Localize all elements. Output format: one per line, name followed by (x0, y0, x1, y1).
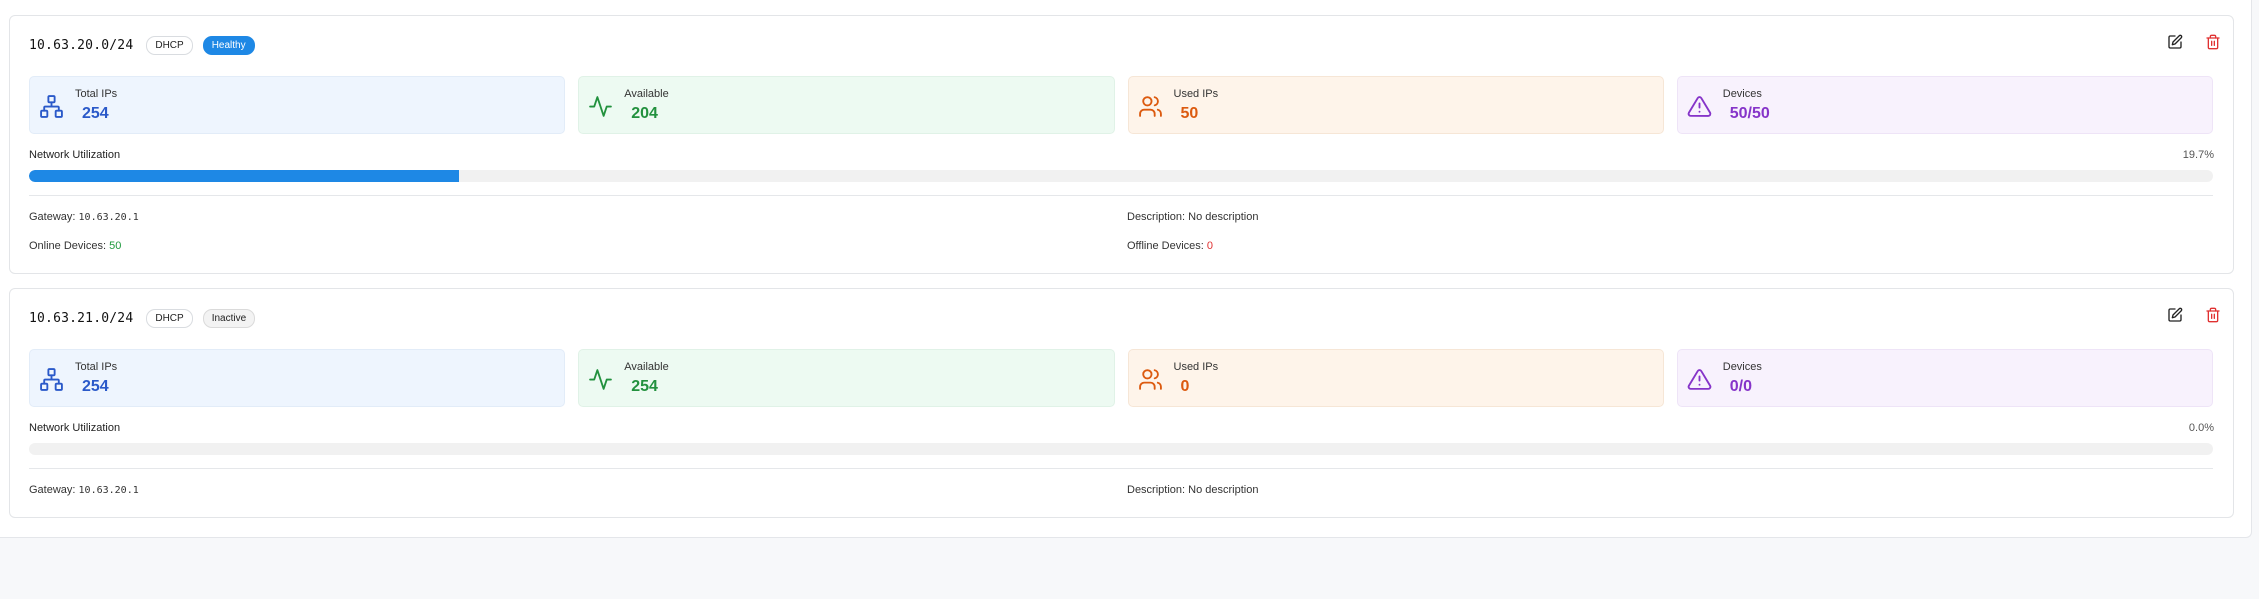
subnet-list-panel: 10.63.20.0/24 DHCP Healthy Total IPs 254 (0, 0, 2252, 538)
subnet-card: 10.63.21.0/24 DHCP Inactive Total IPs 25… (9, 288, 2234, 518)
stat-value: 254 (82, 105, 109, 122)
gateway-value: 10.63.20.1 (78, 485, 139, 496)
stat-devices: Devices 50/50 (1676, 76, 2213, 134)
network-icon (39, 94, 64, 119)
stat-used-ips: Used IPs 50 (1127, 76, 1664, 134)
utilization-percent: 19.7% (2182, 149, 2214, 161)
subnet-header: 10.63.21.0/24 DHCP Inactive (29, 308, 256, 328)
description-label: Description: (1127, 484, 1186, 496)
users-icon (1138, 94, 1163, 119)
type-badge: DHCP (146, 308, 193, 328)
description-label: Description: (1127, 211, 1186, 223)
description-info: Description: No description (1127, 484, 1258, 496)
offline-devices-label: Offline Devices: (1127, 240, 1204, 252)
utilization-bar (29, 443, 2213, 455)
subnet-card: 10.63.20.0/24 DHCP Healthy Total IPs 254 (9, 15, 2234, 274)
warning-icon (1687, 367, 1712, 392)
activity-icon (588, 94, 613, 119)
stat-value: 204 (631, 105, 658, 122)
status-badge: Inactive (202, 308, 256, 328)
stat-value: 0/0 (1729, 378, 1752, 395)
stat-label: Available (624, 361, 669, 373)
stat-label: Total IPs (75, 88, 118, 100)
gateway-info: Gateway: 10.63.20.1 (29, 484, 139, 496)
utilization-percent: 0.0% (2188, 422, 2214, 434)
stat-label: Devices (1722, 361, 1762, 373)
description-value: No description (1188, 211, 1259, 223)
online-devices-info: Online Devices: 50 (29, 240, 121, 252)
subnet-header: 10.63.20.0/24 DHCP Healthy (29, 35, 255, 55)
subnet-cidr: 10.63.21.0/24 (29, 310, 134, 326)
trash-icon[interactable] (2205, 34, 2221, 50)
online-devices-value: 50 (109, 240, 122, 252)
stats-row: Total IPs 254 Available 204 Used IPs 50 (29, 76, 2213, 134)
utilization-label: Network Utilization (29, 422, 121, 434)
online-devices-label: Online Devices: (29, 240, 107, 252)
stat-value: 254 (82, 378, 109, 395)
edit-icon[interactable] (2167, 34, 2183, 50)
offline-devices-info: Offline Devices: 0 (1127, 240, 1213, 252)
stat-label: Used IPs (1173, 88, 1219, 100)
offline-devices-value: 0 (1206, 240, 1214, 252)
stat-total-ips: Total IPs 254 (29, 76, 566, 134)
gateway-label: Gateway: (29, 484, 76, 496)
activity-icon (588, 367, 613, 392)
warning-icon (1687, 94, 1712, 119)
stat-value: 254 (631, 378, 658, 395)
gateway-value: 10.63.20.1 (78, 212, 139, 223)
stat-value: 50 (1180, 105, 1199, 122)
network-icon (39, 367, 64, 392)
subnet-cidr: 10.63.20.0/24 (29, 37, 134, 53)
stat-available: Available 204 (578, 76, 1115, 134)
gateway-label: Gateway: (29, 211, 76, 223)
utilization-bar (29, 170, 2213, 182)
description-info: Description: No description (1127, 211, 1258, 223)
stat-total-ips: Total IPs 254 (29, 349, 566, 407)
description-value: No description (1188, 484, 1259, 496)
status-badge: Healthy (202, 35, 255, 55)
divider (29, 468, 2213, 469)
trash-icon[interactable] (2205, 307, 2221, 323)
stat-available: Available 254 (578, 349, 1115, 407)
stats-row: Total IPs 254 Available 254 Used IPs 0 D… (29, 349, 2213, 407)
utilization-bar-fill (29, 170, 460, 182)
stat-label: Available (624, 88, 669, 100)
edit-icon[interactable] (2167, 307, 2183, 323)
stat-label: Devices (1722, 88, 1762, 100)
stat-value: 50/50 (1729, 105, 1770, 122)
divider (29, 195, 2213, 196)
type-badge: DHCP (146, 35, 193, 55)
utilization-label: Network Utilization (29, 149, 121, 161)
gateway-info: Gateway: 10.63.20.1 (29, 211, 139, 223)
stat-label: Used IPs (1173, 361, 1219, 373)
users-icon (1138, 367, 1163, 392)
stat-used-ips: Used IPs 0 (1127, 349, 1664, 407)
stat-label: Total IPs (75, 361, 118, 373)
stat-value: 0 (1180, 378, 1190, 395)
stat-devices: Devices 0/0 (1676, 349, 2213, 407)
